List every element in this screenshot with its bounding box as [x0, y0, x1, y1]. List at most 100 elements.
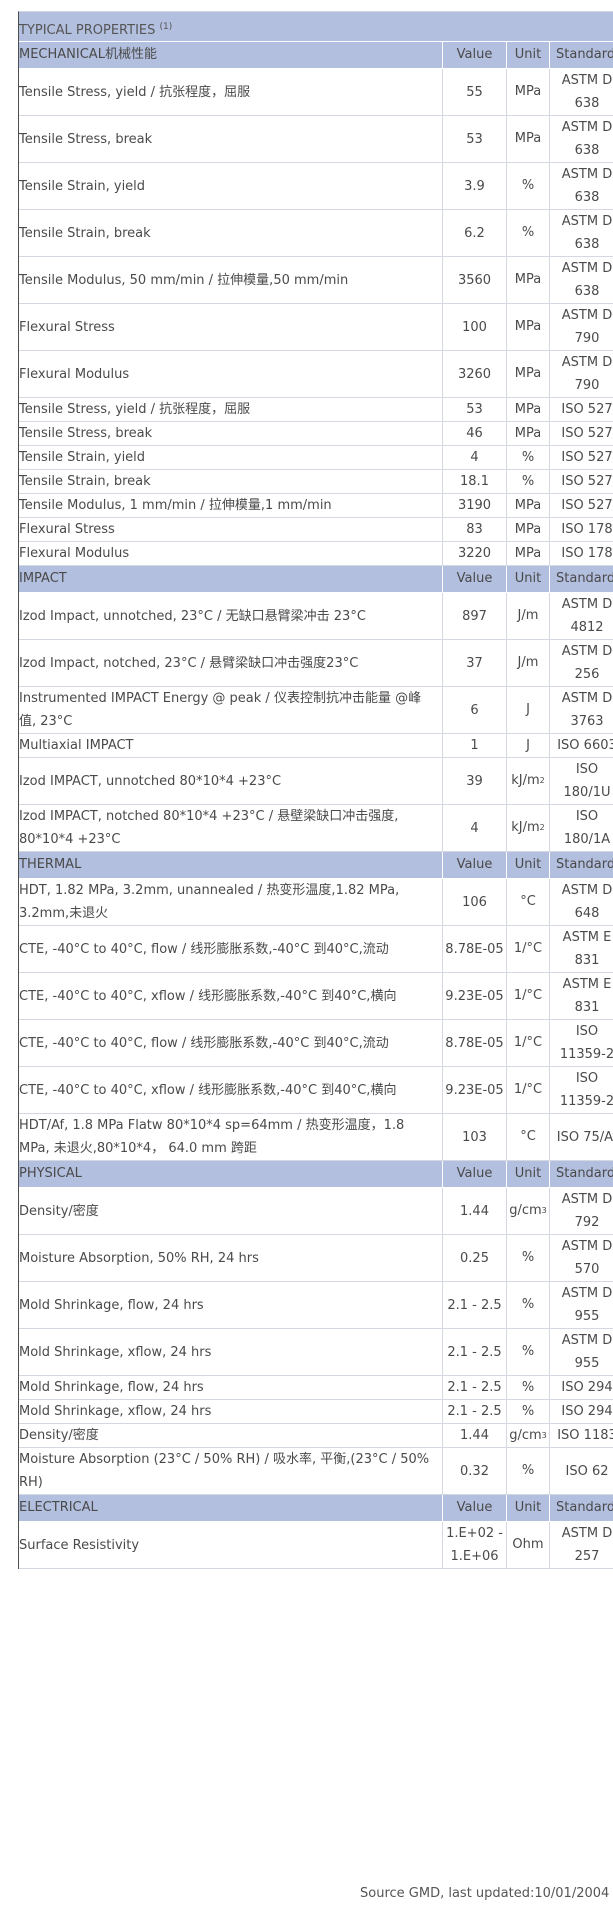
property-value: 6.2 — [443, 210, 507, 256]
value-text: 4 — [470, 450, 479, 465]
property-standard: ASTM D 257 — [550, 1522, 613, 1568]
table-row: CTE, -40°C to 40°C, flow / 线形膨胀系数,-40°C … — [19, 926, 613, 973]
properties-table: TYPICAL PROPERTIES (1) MECHANICAL机械性能 Val… — [18, 11, 613, 1569]
property-name: Tensile Strain, yield — [19, 446, 443, 469]
property-standard: ISO 6603 — [550, 734, 613, 757]
property-name: Flexural Stress — [19, 304, 443, 350]
unit-text: MPa — [514, 84, 542, 99]
property-unit: % — [507, 446, 550, 469]
section-name: PHYSICAL — [19, 1161, 443, 1187]
unit-text: % — [521, 1250, 535, 1265]
property-text: HDT, 1.82 MPa, 3.2mm, unannealed / 热变形温度… — [19, 883, 400, 921]
table-row: Mold Shrinkage, flow, 24 hrs 2.1 - 2.5% AS… — [19, 1282, 613, 1329]
property-name: Izod IMPACT, unnotched 80*10*4 +23°C — [19, 758, 443, 804]
table-row: Tensile Modulus, 1 mm/min / 拉伸模量,1 mm/mi… — [19, 494, 613, 518]
property-unit: kJ/m 2 — [507, 805, 550, 851]
value-header: Value — [443, 42, 507, 68]
standard-header: Standard — [556, 47, 613, 62]
property-name: Density/密度 — [19, 1424, 443, 1447]
property-value: 39 — [443, 758, 507, 804]
property-unit: 1/°C — [507, 973, 550, 1019]
property-unit: % — [507, 470, 550, 493]
standard-text: ASTM D 638 — [561, 167, 613, 205]
unit-text: % — [521, 1344, 535, 1359]
property-value: 4 — [443, 446, 507, 469]
value-text: 3190 — [457, 498, 492, 513]
property-name: Flexural Modulus — [19, 542, 443, 565]
table-row: Izod IMPACT, notched 80*10*4 +23°C / 悬壁梁… — [19, 805, 613, 852]
standard-text: ISO 75/Af — [556, 1129, 613, 1145]
property-name: Mold Shrinkage, xflow, 24 hrs — [19, 1329, 443, 1375]
property-standard: ISO 527 — [550, 446, 613, 469]
standard-text: ASTM E 831 — [562, 930, 612, 968]
unit-superscript: 2 — [539, 776, 545, 785]
property-value: 3190 — [443, 494, 507, 517]
property-unit: MPa — [507, 398, 550, 421]
table-row: Tensile Modulus, 50 mm/min / 拉伸模量,50 mm/… — [19, 257, 613, 304]
value-text: 1.E+02 - 1.E+06 — [446, 1526, 503, 1564]
property-standard: ISO 1183 — [550, 1424, 613, 1447]
property-name: CTE, -40°C to 40°C, flow / 线形膨胀系数,-40°C … — [19, 926, 443, 972]
unit-text: g/cm — [509, 1203, 542, 1218]
standard-text: ISO 178 — [561, 522, 613, 537]
table-row: Density/密度 1.44 g/cm 3 ISO 1183 — [19, 1424, 613, 1448]
property-standard: ASTM D 955 — [550, 1282, 613, 1328]
property-name: Tensile Strain, break — [19, 470, 443, 493]
property-unit: J/m — [507, 593, 550, 639]
property-value: 100 — [443, 304, 507, 350]
standard-text: ASTM D 790 — [561, 355, 613, 393]
property-text: Izod IMPACT, unnotched 80*10*4 +23°C — [19, 773, 282, 789]
property-unit: J — [507, 687, 550, 733]
standard-text: ISO 62 — [565, 1463, 609, 1479]
unit-text: 1/°C — [513, 941, 543, 956]
property-name: Multiaxial IMPACT — [19, 734, 443, 757]
property-value: 3260 — [443, 351, 507, 397]
unit-text: 1/°C — [513, 1082, 543, 1097]
property-text: Tensile Stress, break — [19, 131, 153, 147]
table-body: MECHANICAL机械性能 Value Unit Standard Tensile S… — [19, 42, 613, 1569]
property-unit: % — [507, 1235, 550, 1281]
standard-header: Standard — [556, 1166, 613, 1181]
value-header: Value — [443, 852, 507, 878]
unit-header: Unit — [507, 1161, 550, 1187]
property-value: 2.1 - 2.5 — [443, 1400, 507, 1423]
value-text: 9.23E-05 — [445, 1082, 504, 1098]
property-name: Moisture Absorption, 50% RH, 24 hrs — [19, 1235, 443, 1281]
property-value: 8.78E-05 — [443, 926, 507, 972]
property-unit: % — [507, 1448, 550, 1494]
table-row: Multiaxial IMPACT 1 J ISO 6603 — [19, 734, 613, 758]
unit-text: MPa — [514, 366, 542, 381]
property-unit: % — [507, 1376, 550, 1399]
table-row: Tensile Stress, break 46 MPa ISO 527 — [19, 422, 613, 446]
property-unit: 1/°C — [507, 926, 550, 972]
unit-text: MPa — [514, 272, 542, 287]
standard-text: ISO 11359-2 — [559, 1024, 613, 1062]
property-value: 0.32 — [443, 1448, 507, 1494]
property-text: Multiaxial IMPACT — [19, 738, 134, 753]
standard-text: ISO 180/1U — [563, 762, 611, 800]
property-text: Surface Resistivity — [19, 1537, 140, 1553]
standard-text: ASTM D 955 — [561, 1333, 613, 1371]
property-value: 1.E+02 - 1.E+06 — [443, 1522, 507, 1568]
property-unit: Ohm — [507, 1522, 550, 1568]
unit-text: °C — [520, 894, 536, 909]
property-value: 9.23E-05 — [443, 973, 507, 1019]
value-text: 3220 — [457, 546, 492, 561]
property-name: Surface Resistivity — [19, 1522, 443, 1568]
section-header: MECHANICAL机械性能 Value Unit Standard — [19, 42, 613, 69]
standard-text: ISO 294 — [561, 1404, 613, 1419]
value-text: 46 — [466, 426, 483, 441]
unit-text: % — [521, 1463, 535, 1478]
property-value: 2.1 - 2.5 — [443, 1329, 507, 1375]
table-row: Mold Shrinkage, xflow, 24 hrs 2.1 - 2.5% A… — [19, 1329, 613, 1376]
property-standard: ASTM E 831 — [550, 973, 613, 1019]
value-text: 1.44 — [460, 1203, 489, 1219]
property-value: 897 — [443, 593, 507, 639]
property-value: 8.78E-05 — [443, 1020, 507, 1066]
property-text: Flexural Stress — [19, 319, 115, 335]
value-text: 2.1 - 2.5 — [447, 1297, 502, 1313]
property-name: CTE, -40°C to 40°C, xflow / 线形膨胀系数,-40°C… — [19, 1067, 443, 1113]
property-name: Flexural Modulus — [19, 351, 443, 397]
unit-text: 1/°C — [513, 988, 543, 1003]
property-value: 37 — [443, 640, 507, 686]
